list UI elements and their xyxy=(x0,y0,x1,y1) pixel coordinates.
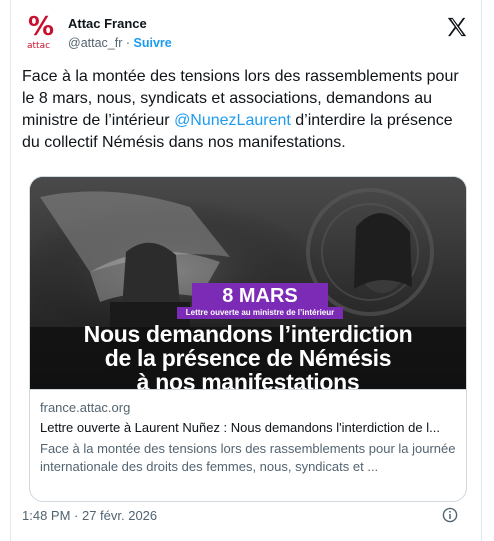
author-name[interactable]: Attac France xyxy=(68,16,147,31)
author-handle[interactable]: @attac_fr xyxy=(68,36,122,50)
tweet-header: % attac Attac France @attac_fr · Suivre xyxy=(22,12,472,58)
link-meta[interactable]: france.attac.org Lettre ouverte à Lauren… xyxy=(30,389,466,501)
tweet-text: Face à la montée des tensions lors des r… xyxy=(22,66,462,154)
author-handle-row: @attac_fr · Suivre xyxy=(68,36,172,50)
link-title[interactable]: Lettre ouverte à Laurent Nuñez : Nous de… xyxy=(40,420,456,435)
tweet-footer: 1:48 PM · 27 févr. 2026 xyxy=(22,507,462,528)
x-logo-icon[interactable] xyxy=(446,16,468,38)
date-badge: 8 MARS xyxy=(192,283,328,309)
avatar[interactable]: % attac xyxy=(22,12,58,54)
headline-line-3: à nos manifestations xyxy=(136,369,360,389)
mention-link[interactable]: @NunezLaurent xyxy=(174,112,291,129)
timestamp[interactable]: 1:48 PM · 27 févr. 2026 xyxy=(22,508,157,523)
follow-button[interactable]: Suivre xyxy=(134,36,172,50)
preview-image[interactable]: 8 MARS Lettre ouverte au ministre de l’i… xyxy=(30,177,466,389)
avatar-symbol: % xyxy=(28,12,55,42)
avatar-brand: attac xyxy=(27,41,51,51)
separator: · xyxy=(125,36,131,50)
link-description: Face à la montée des tensions lors des r… xyxy=(40,441,456,474)
headline-line-2: de la présence de Némésis xyxy=(104,345,392,371)
link-domain: france.attac.org xyxy=(40,400,131,415)
link-preview-card[interactable]: 8 MARS Lettre ouverte au ministre de l’i… xyxy=(29,176,467,502)
image-headline: Nous demandons l’interdiction de la prés… xyxy=(30,322,466,389)
info-icon[interactable] xyxy=(442,507,458,523)
headline-line-1: Nous demandons l’interdiction xyxy=(83,321,413,347)
subtitle-badge: Lettre ouverte au ministre de l’intérieu… xyxy=(177,307,343,319)
